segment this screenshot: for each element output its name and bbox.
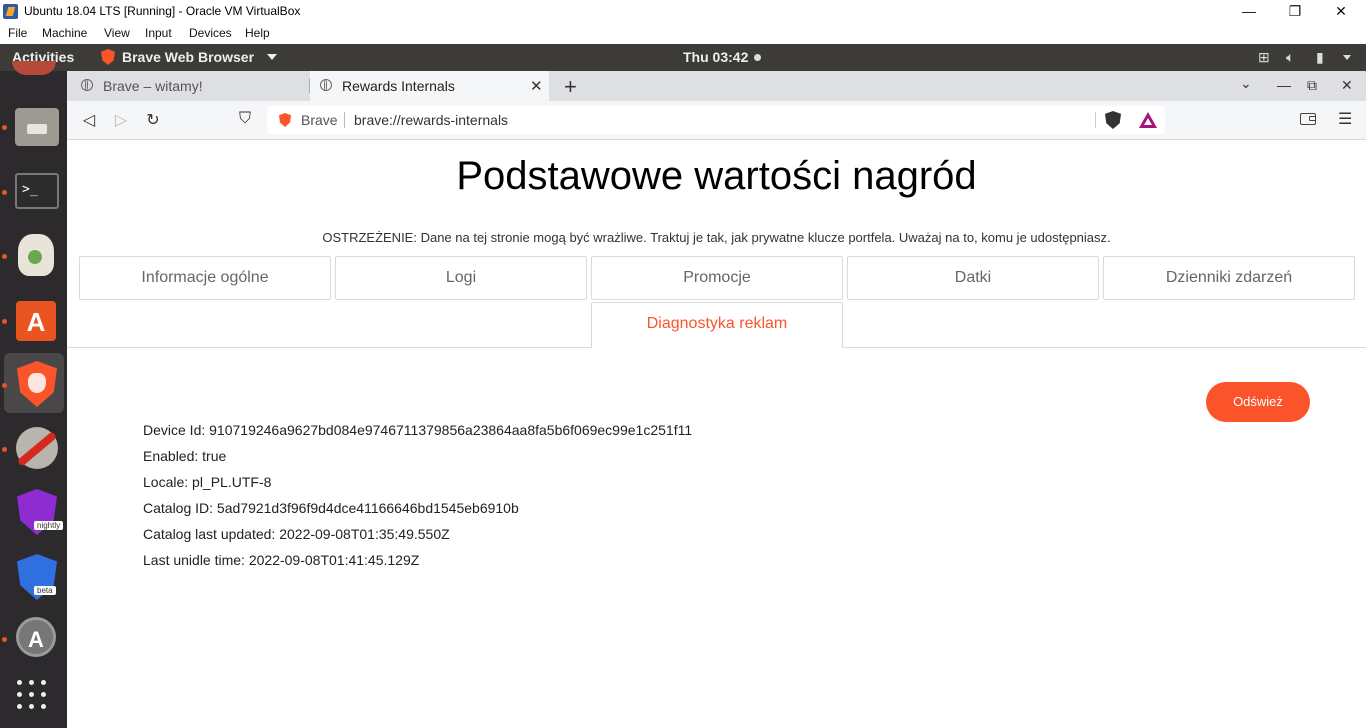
brave-lion-face-icon: [28, 373, 46, 393]
tab-event-logs[interactable]: Dzienniki zdarzeń: [1103, 256, 1355, 300]
browser-tab-strip: Brave – witamy! Rewards Internals ✕ + ⌄ …: [67, 71, 1366, 101]
beta-tag-icon: beta: [34, 586, 56, 595]
ubuntu-top-bar: Activities Brave Web Browser Thu 03:42 ⊞…: [0, 44, 1366, 71]
warning-text: OSTRZEŻENIE: Dane na tej stronie mogą by…: [322, 230, 1111, 245]
close-icon[interactable]: ✕: [1341, 77, 1353, 94]
system-menu-chevron-icon[interactable]: [1343, 55, 1351, 60]
restore-icon[interactable]: ❐: [1272, 0, 1318, 23]
app-menu-label[interactable]: Brave Web Browser: [122, 49, 254, 65]
minimize-icon[interactable]: —: [1226, 0, 1272, 23]
forward-icon[interactable]: ▷: [111, 110, 131, 130]
menu-help[interactable]: Help: [245, 26, 270, 40]
enabled-line: Enabled: true: [143, 448, 227, 464]
vbox-window-title: Ubuntu 18.04 LTS [Running] - Oracle VM V…: [24, 4, 301, 18]
close-icon[interactable]: ✕: [1318, 0, 1364, 23]
close-tab-icon[interactable]: ✕: [530, 77, 543, 95]
brave-rewards-icon[interactable]: [1139, 112, 1157, 128]
brave-app-icon: [101, 49, 115, 65]
refresh-button[interactable]: Odśwież: [1206, 382, 1310, 422]
dock-item-brave-nightly[interactable]: nightly: [4, 481, 64, 541]
jug-app-icon: [18, 234, 54, 276]
locale-line: Locale: pl_PL.UTF-8: [143, 474, 272, 490]
notification-dot-icon: [754, 54, 761, 61]
brave-shields-icon[interactable]: [1105, 111, 1121, 129]
browser-toolbar: ◁ ▷ ↻ ⛉ Brave brave://rewards-internals …: [67, 101, 1366, 140]
catalog-id-line: Catalog ID: 5ad7921d3f96f9d4dce41166646b…: [143, 500, 519, 516]
menu-input[interactable]: Input: [145, 26, 172, 40]
site-chip: Brave: [301, 112, 338, 128]
vbox-title-bar: Ubuntu 18.04 LTS [Running] - Oracle VM V…: [0, 0, 1366, 23]
dock-item-updater[interactable]: A: [4, 607, 64, 667]
nightly-tag-icon: nightly: [34, 521, 64, 530]
menu-view[interactable]: View: [104, 26, 130, 40]
tab-title: Brave – witamy!: [103, 78, 203, 94]
dock-item-terminal[interactable]: >_: [4, 160, 64, 220]
bookmark-icon[interactable]: ⛉: [235, 110, 255, 128]
wallet-icon[interactable]: [1300, 113, 1316, 125]
dock-item-app[interactable]: [4, 224, 64, 284]
divider: [1095, 112, 1096, 128]
running-indicator: [2, 383, 7, 388]
system-tools-icon: [16, 427, 58, 469]
tab-brave-welcome[interactable]: Brave – witamy!: [67, 71, 307, 101]
software-updater-icon: A: [16, 617, 56, 657]
show-applications-icon[interactable]: [17, 680, 47, 710]
dock-item-brave[interactable]: [4, 353, 64, 413]
tab-rewards-internals[interactable]: Rewards Internals ✕: [310, 71, 549, 101]
vbox-menu-bar: File Machine View Input Devices Help: [0, 23, 1366, 44]
chevron-down-icon[interactable]: [267, 54, 277, 60]
dock-item-tools[interactable]: [4, 417, 64, 477]
clock[interactable]: Thu 03:42: [683, 49, 748, 65]
last-unidle-time-line: Last unidle time: 2022-09-08T01:41:45.12…: [143, 552, 420, 568]
app-icon: [12, 61, 56, 75]
menu-machine[interactable]: Machine: [42, 26, 87, 40]
running-indicator: [2, 637, 7, 642]
page-title: Podstawowe wartości nagród: [456, 154, 977, 198]
files-icon: [15, 108, 59, 146]
menu-file[interactable]: File: [8, 26, 27, 40]
new-tab-icon[interactable]: +: [564, 74, 577, 100]
ubuntu-dock: >_ A nightly beta A: [0, 61, 67, 728]
virtualbox-icon: [3, 4, 18, 19]
tab-search-chevron-icon[interactable]: ⌄: [1240, 75, 1252, 92]
running-indicator: [2, 319, 7, 324]
reload-icon[interactable]: ↻: [143, 110, 163, 130]
device-id-line: Device Id: 910719246a9627bd084e974671137…: [143, 422, 693, 438]
software-center-icon: A: [16, 301, 56, 341]
address-bar[interactable]: Brave brave://rewards-internals: [267, 106, 1165, 134]
running-indicator: [2, 190, 7, 195]
tab-ad-diagnostics[interactable]: Diagnostyka reklam: [591, 302, 843, 348]
network-icon[interactable]: ⊞: [1258, 49, 1270, 66]
terminal-icon: >_: [15, 173, 59, 209]
catalog-last-updated-line: Catalog last updated: 2022-09-08T01:35:4…: [143, 526, 450, 542]
page-content: Podstawowe wartości nagród OSTRZEŻENIE: …: [67, 140, 1366, 728]
dock-item-partial[interactable]: [4, 61, 64, 81]
running-indicator: [2, 254, 7, 259]
globe-icon: [81, 79, 93, 91]
tab-logs[interactable]: Logi: [335, 256, 587, 300]
tab-contributions[interactable]: Datki: [847, 256, 1099, 300]
brave-shield-icon: [279, 113, 291, 127]
menu-devices[interactable]: Devices: [189, 26, 232, 40]
volume-icon[interactable]: 🔈︎: [1286, 49, 1294, 66]
running-indicator: [2, 125, 7, 130]
running-indicator: [2, 447, 7, 452]
restore-icon[interactable]: ⧉: [1307, 77, 1317, 94]
back-icon[interactable]: ◁: [79, 110, 99, 130]
tab-promotions[interactable]: Promocje: [591, 256, 843, 300]
url-text[interactable]: brave://rewards-internals: [354, 112, 508, 128]
minimize-icon[interactable]: —: [1277, 77, 1291, 93]
dock-item-brave-beta[interactable]: beta: [4, 546, 64, 606]
tab-general-info[interactable]: Informacje ogólne: [79, 256, 331, 300]
globe-icon: [320, 79, 332, 91]
tab-title: Rewards Internals: [342, 78, 455, 94]
dock-item-files[interactable]: [4, 95, 64, 155]
battery-icon[interactable]: ▮: [1316, 49, 1324, 66]
menu-icon[interactable]: ☰: [1338, 109, 1352, 129]
dock-item-software[interactable]: A: [4, 289, 64, 349]
divider: [344, 112, 345, 128]
